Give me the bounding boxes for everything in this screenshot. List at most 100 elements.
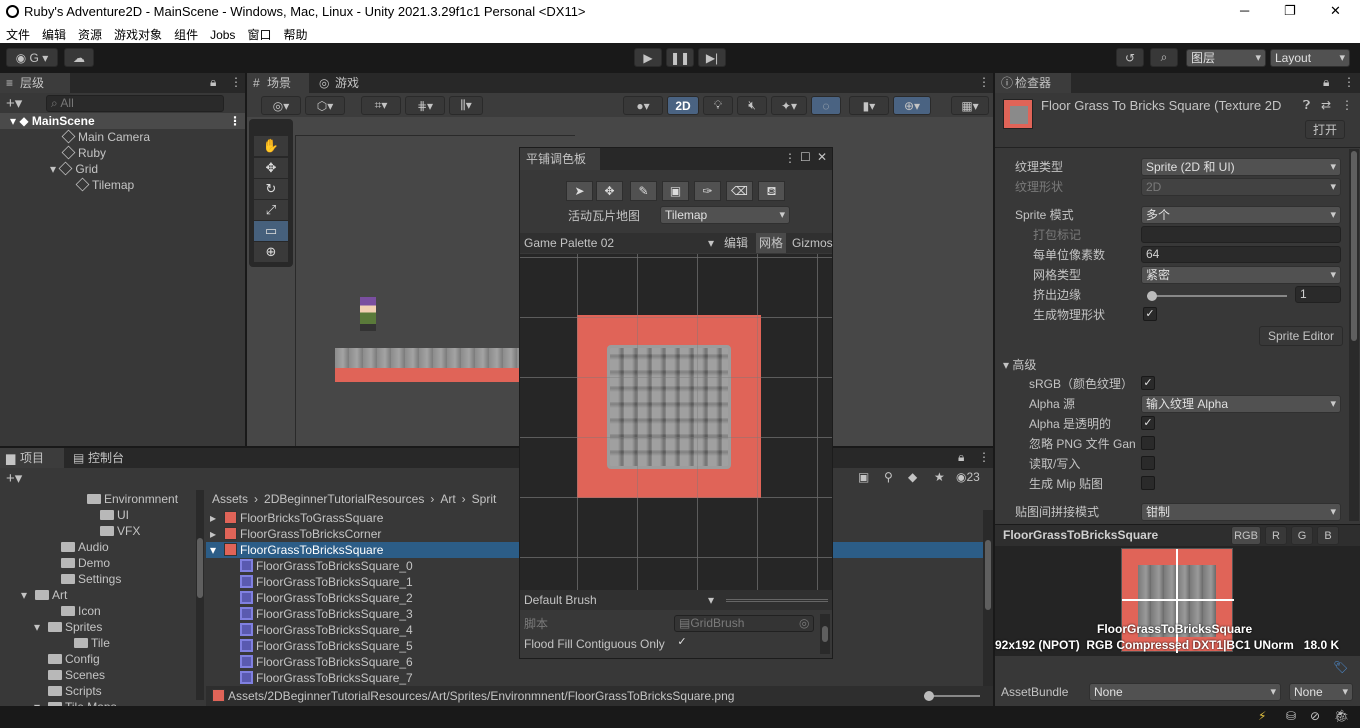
splitter[interactable] bbox=[726, 599, 828, 602]
alpha-source-dropdown[interactable]: 输入纹理 Alpha bbox=[1141, 395, 1341, 413]
menu-component[interactable]: 组件 bbox=[168, 24, 204, 43]
palette-scrollbar[interactable] bbox=[820, 614, 830, 654]
move-tool-icon[interactable]: ✥ bbox=[596, 181, 623, 201]
tab-inspector[interactable]: ⓘ 检查器 bbox=[995, 73, 1071, 93]
breadcrumb-item[interactable]: Art bbox=[440, 492, 455, 506]
audio-button[interactable]: 🔇︎ bbox=[737, 96, 767, 115]
rotate-tool-icon[interactable]: ↻ bbox=[254, 179, 288, 199]
breadcrumb-item[interactable]: Sprit bbox=[472, 492, 497, 506]
tile-palette-tab[interactable]: 平铺调色板 bbox=[520, 148, 600, 170]
menu-gameobject[interactable]: 游戏对象 bbox=[108, 24, 168, 43]
file-scrollbar[interactable] bbox=[983, 510, 993, 688]
debug-icon[interactable]: 🐞︎ bbox=[1334, 709, 1349, 723]
more-icon[interactable]: ⋮ bbox=[978, 450, 990, 464]
tab-project[interactable]: ▆ 项目 bbox=[0, 448, 64, 468]
filter-type-icon[interactable]: ⚲ bbox=[884, 470, 893, 484]
maximize-button[interactable]: ❐ bbox=[1284, 3, 1296, 19]
breadcrumb-item[interactable]: 2DBeginnerTutorialResources bbox=[264, 492, 424, 506]
channel-b-button[interactable]: B bbox=[1317, 526, 1339, 545]
camera-button[interactable]: ▮▾ bbox=[849, 96, 889, 115]
minimize-button[interactable]: ─ bbox=[1240, 3, 1249, 18]
account-button[interactable]: ◉ G ▾ bbox=[6, 48, 58, 67]
more-icon[interactable]: ⋮ bbox=[1341, 98, 1353, 112]
texture-type-dropdown[interactable]: Sprite (2D 和 UI) bbox=[1141, 158, 1341, 176]
tab-game[interactable]: ◎ 游戏 bbox=[315, 73, 375, 93]
more-icon[interactable]: ⋮ bbox=[230, 75, 242, 89]
close-icon[interactable]: ✕ bbox=[817, 150, 827, 164]
tab-hierarchy[interactable]: ≡ 层级 bbox=[0, 73, 70, 93]
shading-button[interactable]: ●▾ bbox=[623, 96, 663, 115]
more-icon[interactable]: ⋮ bbox=[978, 75, 990, 89]
collapse-icon[interactable]: ▾ bbox=[210, 542, 224, 558]
advanced-foldout[interactable]: ▾ 高级 bbox=[1003, 357, 1036, 373]
asset-list-item[interactable]: FloorGrassToBricksSquare_7 bbox=[206, 670, 983, 686]
transform-tool-icon[interactable]: ⊕ bbox=[254, 242, 288, 262]
expand-icon[interactable]: ▸ bbox=[210, 510, 224, 526]
hierarchy-item-ruby[interactable]: Ruby bbox=[61, 145, 106, 161]
inspector-scrollbar[interactable] bbox=[1349, 149, 1359, 521]
help-icon[interactable]: ❓︎ bbox=[1303, 98, 1310, 113]
step-button[interactable]: ▶| bbox=[698, 48, 726, 67]
star-icon[interactable]: ★ bbox=[934, 470, 945, 484]
palette-grid-button[interactable]: 网格 bbox=[756, 233, 787, 253]
select-tool-icon[interactable]: ➤ bbox=[566, 181, 593, 201]
assetbundle-name-dropdown[interactable]: None bbox=[1089, 683, 1281, 701]
visibility-button[interactable]: ◌ bbox=[811, 96, 841, 115]
layers-dropdown[interactable]: 图层 bbox=[1186, 49, 1266, 67]
lock-icon[interactable]: 🔒︎ bbox=[958, 450, 964, 465]
cloud-button[interactable]: ☁ bbox=[64, 48, 94, 67]
hierarchy-item-main-camera[interactable]: Main Camera bbox=[61, 129, 150, 145]
open-button[interactable]: 打开 bbox=[1305, 120, 1345, 139]
flood-fill-checkbox[interactable]: ✓ bbox=[675, 636, 689, 650]
scale-tool-icon[interactable]: ⤢ bbox=[254, 200, 288, 220]
palette-gizmos-button[interactable]: Gizmos bbox=[792, 233, 833, 253]
hand-tool-icon[interactable]: ✋ bbox=[254, 136, 288, 156]
rect-tool-icon[interactable]: ▭ bbox=[254, 221, 288, 241]
box-fill-icon[interactable]: ▣ bbox=[662, 181, 689, 201]
gizmo-tool-button[interactable]: ◎▾ bbox=[261, 96, 301, 115]
more-icon[interactable]: ⋮ bbox=[1343, 75, 1355, 89]
layout-dropdown[interactable]: Layout bbox=[1270, 49, 1350, 67]
more-icon[interactable]: ⋮ bbox=[229, 113, 241, 129]
icon-size-slider[interactable] bbox=[924, 691, 980, 701]
palette-dropdown[interactable]: Game Palette 02 ▾ bbox=[524, 233, 720, 253]
menu-assets[interactable]: 资源 bbox=[72, 24, 108, 43]
tree-folder[interactable]: Demo bbox=[47, 555, 110, 571]
extrude-slider[interactable] bbox=[1147, 291, 1287, 301]
tag-icon[interactable]: 🏷︎ bbox=[1333, 660, 1348, 674]
preset-icon[interactable]: ⇄ bbox=[1321, 98, 1331, 112]
tree-folder[interactable]: ▾ Art bbox=[21, 587, 67, 603]
tree-folder[interactable]: Config bbox=[34, 651, 100, 667]
active-tilemap-dropdown[interactable]: Tilemap bbox=[660, 206, 790, 224]
tree-folder[interactable]: Scripts bbox=[34, 683, 102, 699]
progress-icon[interactable]: ⚡︎ bbox=[1258, 709, 1266, 723]
palette-edit-button[interactable]: 编辑 bbox=[724, 233, 748, 253]
eraser-icon[interactable]: ⌫ bbox=[726, 181, 753, 201]
close-button[interactable]: ✕ bbox=[1330, 3, 1341, 19]
maximize-icon[interactable]: ☐ bbox=[800, 150, 811, 164]
palette-grid-area[interactable] bbox=[520, 254, 832, 590]
tree-folder[interactable]: Audio bbox=[47, 539, 109, 555]
ignore-png-gamma-checkbox[interactable] bbox=[1141, 436, 1155, 450]
menu-help[interactable]: 帮助 bbox=[277, 24, 313, 43]
alpha-transparent-checkbox[interactable]: ✓ bbox=[1141, 416, 1155, 430]
hierarchy-item-tilemap[interactable]: Tilemap bbox=[75, 177, 134, 193]
channel-r-button[interactable]: R bbox=[1265, 526, 1287, 545]
pause-button[interactable]: ❚❚ bbox=[666, 48, 694, 67]
menu-edit[interactable]: 编辑 bbox=[36, 24, 72, 43]
scene-row[interactable]: ▾ ◆ MainScene ⋮ bbox=[0, 113, 245, 129]
paint-brush-icon[interactable]: ✎ bbox=[630, 181, 657, 201]
increment-button[interactable]: ⫼▾ bbox=[449, 96, 483, 115]
hierarchy-item-grid[interactable]: ▾ Grid bbox=[50, 161, 98, 177]
brush-dropdown[interactable]: Default Brush ▾ bbox=[524, 590, 720, 610]
grid-snap-button[interactable]: ⋕▾ bbox=[405, 96, 445, 115]
add-icon[interactable]: +▾ bbox=[6, 94, 22, 112]
tree-scrollbar[interactable] bbox=[196, 490, 204, 700]
tree-folder[interactable]: Icon bbox=[47, 603, 101, 619]
cache-icon[interactable]: ⛁ bbox=[1286, 709, 1296, 723]
physics-shape-checkbox[interactable]: ✓ bbox=[1143, 307, 1157, 321]
lighting-button[interactable]: 💡︎ bbox=[703, 96, 733, 115]
tree-folder[interactable]: Tile bbox=[60, 635, 110, 651]
tab-console[interactable]: ▤ 控制台 bbox=[68, 448, 148, 468]
label-icon[interactable]: ◆ bbox=[908, 470, 917, 484]
